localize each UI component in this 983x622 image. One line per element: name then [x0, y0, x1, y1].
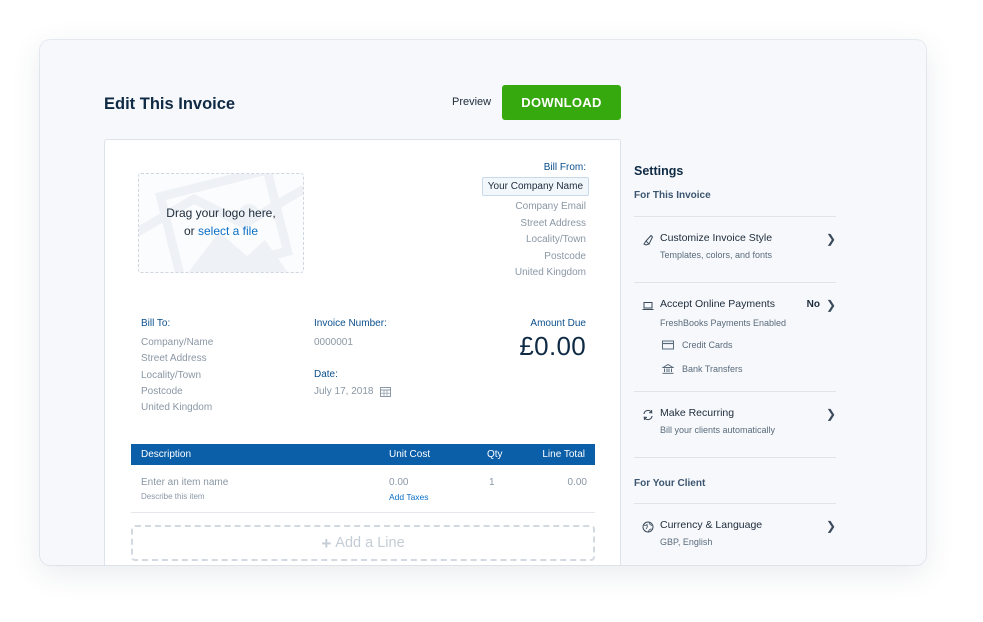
invoice-editor-card: Edit This Invoice Preview DOWNLOAD Drag …: [40, 40, 926, 565]
from-street-field[interactable]: Street Address: [482, 216, 586, 233]
col-line-total: Line Total: [542, 449, 585, 460]
logo-dropzone[interactable]: Drag your logo here, or select a file: [138, 173, 304, 273]
company-email-field[interactable]: Company Email: [482, 199, 586, 216]
payment-method-bank-transfers: Bank Transfers: [634, 364, 836, 391]
to-street-field[interactable]: Street Address: [141, 351, 213, 367]
settings-panel: Settings For This Invoice Customize Invo…: [634, 164, 836, 559]
customize-style-desc: Templates, colors, and fonts: [660, 250, 773, 260]
from-locality-field[interactable]: Locality/Town: [482, 232, 586, 249]
to-company-field[interactable]: Company/Name: [141, 335, 213, 351]
add-line-button[interactable]: + Add a Line: [131, 525, 595, 561]
to-locality-field[interactable]: Locality/Town: [141, 368, 213, 384]
online-payments-item[interactable]: Accept Online Payments No ❯: [634, 298, 836, 318]
credit-card-icon: [662, 340, 674, 350]
amount-due-label: Amount Due: [530, 318, 586, 329]
select-file-link[interactable]: select a file: [198, 224, 258, 238]
payment-method-credit-cards: Credit Cards: [634, 340, 836, 364]
col-description: Description: [141, 449, 192, 460]
add-taxes-link[interactable]: Add Taxes: [389, 492, 429, 502]
amount-due-value: £0.00: [519, 331, 586, 361]
payments-enabled-desc: FreshBooks Payments Enabled: [660, 318, 787, 328]
section-for-this-invoice: For This Invoice: [634, 190, 711, 201]
date-value: July 17, 2018: [314, 386, 374, 397]
preview-link[interactable]: Preview: [452, 96, 491, 108]
date-field[interactable]: July 17, 2018: [314, 386, 391, 397]
payments-enabled-row: FreshBooks Payments Enabled: [634, 318, 836, 340]
customize-style-item[interactable]: Customize Invoice Style Templates, color…: [634, 232, 836, 282]
laptop-icon: [642, 302, 654, 310]
date-label: Date:: [314, 369, 338, 380]
amount-due-block: Amount Due £0.00: [519, 318, 586, 362]
download-button[interactable]: DOWNLOAD: [502, 85, 621, 120]
bill-from-block: Bill From: Your Company Name Company Ema…: [481, 162, 589, 282]
divider: [634, 503, 836, 504]
invoice-number-label: Invoice Number:: [314, 318, 387, 329]
add-line-label: Add a Line: [335, 535, 405, 551]
credit-cards-label: Credit Cards: [682, 340, 733, 350]
make-recurring-item[interactable]: Make Recurring Bill your clients automat…: [634, 407, 836, 457]
plus-icon: +: [321, 533, 332, 553]
divider: [634, 282, 836, 283]
currency-language-label: Currency & Language: [660, 519, 763, 531]
chevron-right-icon: ❯: [825, 407, 836, 421]
divider: [634, 391, 836, 392]
line-total-value: 0.00: [567, 477, 587, 488]
chevron-right-icon: ❯: [825, 232, 836, 246]
date-block: Date: July 17, 2018: [314, 369, 391, 397]
currency-language-item[interactable]: Currency & Language GBP, English ❯: [634, 519, 836, 559]
section-for-your-client: For Your Client: [634, 478, 706, 489]
customize-style-label: Customize Invoice Style: [660, 232, 773, 244]
calendar-icon[interactable]: [379, 386, 391, 397]
logo-drop-text: Drag your logo here, or select a file: [139, 204, 303, 240]
brush-icon: [643, 234, 654, 246]
bill-from-label: Bill From:: [543, 162, 586, 173]
bill-to-block: Bill To: Company/Name Street Address Loc…: [141, 318, 213, 416]
to-country-field[interactable]: United Kingdom: [141, 400, 213, 416]
chevron-right-icon: ❯: [825, 298, 836, 312]
divider: [634, 457, 836, 458]
online-payments-value: No: [806, 299, 820, 310]
make-recurring-label: Make Recurring: [660, 407, 735, 419]
page-title: Edit This Invoice: [104, 95, 236, 113]
unit-cost-field[interactable]: 0.00: [389, 477, 408, 488]
col-unit-cost: Unit Cost: [389, 449, 431, 460]
logo-drop-or: or: [183, 224, 198, 238]
invoice-document: Drag your logo here, or select a file Bi…: [104, 139, 621, 565]
logo-drop-line1: Drag your logo here,: [166, 206, 276, 220]
bank-icon: [662, 364, 674, 374]
col-qty: Qty: [487, 449, 503, 460]
invoice-number-block: Invoice Number: 0000001: [314, 318, 387, 351]
bill-to-label: Bill To:: [141, 318, 171, 329]
company-name-field[interactable]: Your Company Name: [481, 177, 589, 196]
invoice-number-field[interactable]: 0000001: [314, 335, 387, 351]
item-description-field[interactable]: Describe this item: [141, 492, 205, 501]
line-items-header: Description Unit Cost Qty Line Total: [131, 444, 595, 465]
make-recurring-desc: Bill your clients automatically: [660, 425, 776, 435]
item-name-field[interactable]: Enter an item name: [141, 477, 228, 488]
to-postcode-field[interactable]: Postcode: [141, 384, 213, 400]
recurring-icon: [643, 409, 653, 421]
from-postcode-field[interactable]: Postcode: [482, 249, 586, 266]
currency-language-desc: GBP, English: [660, 537, 713, 547]
chevron-right-icon: ❯: [825, 519, 836, 533]
globe-icon: [642, 521, 654, 533]
settings-title: Settings: [634, 164, 684, 178]
divider: [634, 216, 836, 217]
from-country-field[interactable]: United Kingdom: [482, 265, 586, 282]
bank-transfers-label: Bank Transfers: [682, 364, 743, 374]
table-row: Enter an item name Describe this item 0.…: [131, 465, 595, 513]
qty-field[interactable]: 1: [489, 477, 495, 488]
